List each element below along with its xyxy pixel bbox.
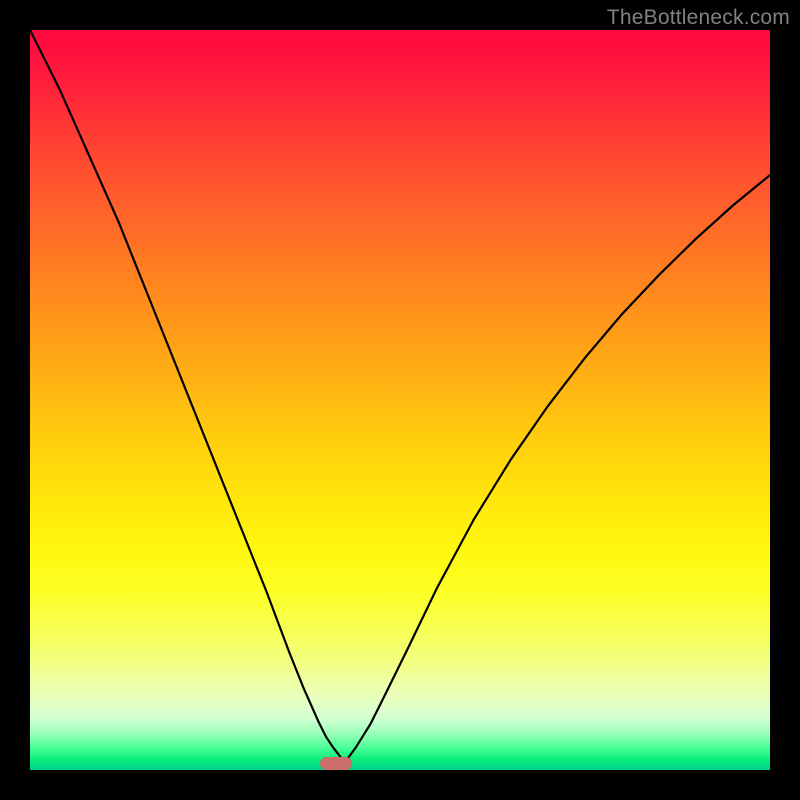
curve-left [30, 30, 345, 762]
min-marker [320, 757, 352, 770]
plot-area [30, 30, 770, 770]
curve-svg [30, 30, 770, 770]
curve-right [345, 175, 770, 762]
watermark-label: TheBottleneck.com [607, 6, 790, 30]
chart-frame: TheBottleneck.com [0, 0, 800, 800]
